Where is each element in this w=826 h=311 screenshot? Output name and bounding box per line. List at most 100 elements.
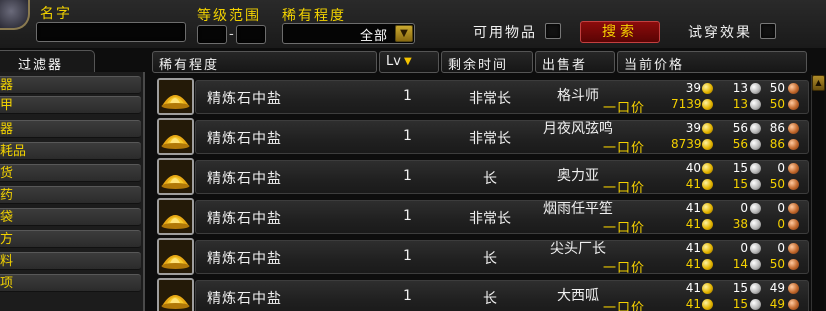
refined-salt-icon[interactable]: [157, 78, 194, 115]
seller-name: 烟雨任平笙: [543, 201, 613, 217]
filter-item-weapon[interactable]: 器: [0, 76, 141, 94]
filter-item-trade-goods[interactable]: 货: [0, 164, 141, 182]
silver-coin-icon: [750, 243, 761, 254]
gold-coin-icon: [702, 123, 713, 134]
buyout-label: 一口价: [602, 261, 645, 276]
bid-copper: 86: [769, 121, 785, 135]
level-range-dash: -: [229, 26, 234, 42]
bid-silver: 56: [732, 121, 748, 135]
auction-row[interactable]: 精炼石中盐 1 长大西呱 41 15 49 一口价 41 15 49: [155, 278, 809, 311]
item-level: 1: [403, 128, 412, 144]
column-header-rarity[interactable]: 稀有程度: [152, 51, 377, 73]
bid-silver: 15: [732, 281, 748, 295]
refined-salt-icon[interactable]: [157, 238, 194, 275]
auction-row[interactable]: 精炼石中盐 1 非常长 烟雨任平笙 41 0 0 一口价 41 38 0: [155, 198, 809, 236]
column-header-time-left[interactable]: 剩余时间: [441, 51, 533, 73]
column-header-seller[interactable]: 出售者: [535, 51, 615, 73]
buyout-copper: 50: [769, 257, 785, 271]
buyout-silver: 15: [732, 177, 748, 191]
silver-coin-icon: [750, 163, 761, 174]
chevron-down-icon[interactable]: ▼: [395, 25, 413, 42]
gold-coin-icon: [702, 243, 713, 254]
filter-header: 过滤器: [0, 50, 95, 73]
item-level: 1: [403, 88, 412, 104]
gold-coin-icon: [702, 99, 713, 110]
filter-item-label: 方: [0, 232, 14, 247]
filter-item-armor[interactable]: 甲: [0, 96, 141, 114]
filter-item-label: 器: [0, 78, 14, 93]
refined-salt-icon[interactable]: [157, 158, 194, 195]
refined-salt-icon[interactable]: [157, 278, 194, 311]
search-button[interactable]: 搜索: [580, 21, 660, 43]
results-scrollbar[interactable]: ▲: [811, 75, 825, 311]
gold-coin-icon: [702, 299, 713, 310]
item-name: 精炼石中盐: [207, 91, 282, 107]
scroll-up-arrow-icon[interactable]: ▲: [812, 75, 825, 91]
filter-item-label: 项: [0, 276, 14, 291]
level-max-input[interactable]: [236, 25, 266, 44]
silver-coin-icon: [750, 99, 761, 110]
filter-item-label: 袋: [0, 210, 14, 225]
item-name: 精炼石中盐: [207, 251, 282, 267]
buyout-silver: 13: [732, 97, 748, 111]
bid-gold: 41: [685, 201, 701, 215]
buyout-label: 一口价: [602, 301, 645, 311]
bid-silver: 0: [740, 201, 748, 215]
auction-row[interactable]: 精炼石中盐 1 非常长 月夜风弦鸣 39 56 86 一口价 8739 56 86: [155, 118, 809, 156]
gold-coin-icon: [702, 163, 713, 174]
silver-coin-icon: [750, 283, 761, 294]
bid-gold: 39: [685, 81, 701, 95]
bid-gold: 40: [685, 161, 701, 175]
item-level: 1: [403, 168, 412, 184]
copper-coin-icon: [788, 203, 799, 214]
rarity-dropdown[interactable]: 全部 ▼: [282, 23, 415, 44]
column-header-level[interactable]: Lv ▼: [379, 51, 439, 73]
gold-coin-icon: [702, 203, 713, 214]
refined-salt-icon[interactable]: [157, 198, 194, 235]
preview-checkbox[interactable]: [760, 23, 776, 39]
bid-silver: 0: [740, 241, 748, 255]
sort-arrow-icon: ▼: [404, 56, 412, 67]
filter-item-label: 耗品: [0, 144, 27, 159]
filter-item-misc[interactable]: 项: [0, 274, 141, 292]
bid-silver: 13: [732, 81, 748, 95]
refined-salt-icon[interactable]: [157, 118, 194, 155]
buyout-copper: 50: [769, 177, 785, 191]
rarity-dropdown-value: 全部: [359, 29, 388, 44]
filter-item-bag[interactable]: 袋: [0, 208, 141, 226]
name-label: 名字: [40, 6, 72, 22]
time-left: 长: [483, 251, 497, 267]
silver-coin-icon: [750, 203, 761, 214]
column-header-current-price[interactable]: 当前价格: [617, 51, 807, 73]
copper-coin-icon: [788, 163, 799, 174]
buyout-label: 一口价: [602, 221, 645, 236]
name-search-input[interactable]: [36, 22, 186, 42]
auction-row[interactable]: 精炼石中盐 1 非常长 格斗师 39 13 50 一口价 7139 13 50: [155, 78, 809, 116]
column-header-label: 稀有程度: [159, 58, 220, 73]
auction-row[interactable]: 精炼石中盐 1 长奥力亚 40 15 0 一口价 41 15 50: [155, 158, 809, 196]
filter-item-container[interactable]: 器: [0, 120, 141, 138]
filter-item-consumable[interactable]: 耗品: [0, 142, 141, 160]
level-min-input[interactable]: [197, 25, 227, 44]
buyout-gold: 41: [685, 257, 701, 271]
bid-gold: 39: [685, 121, 701, 135]
filter-item-material[interactable]: 料: [0, 252, 141, 270]
silver-coin-icon: [750, 179, 761, 190]
seller-name: 尖头厂长: [550, 241, 606, 257]
gold-coin-icon: [702, 139, 713, 150]
filter-item-recipe[interactable]: 方: [0, 230, 141, 248]
buyout-gold: 8739: [671, 137, 702, 151]
copper-coin-icon: [788, 123, 799, 134]
buyout-gold: 41: [685, 217, 701, 231]
copper-coin-icon: [788, 179, 799, 190]
time-left: 非常长: [469, 211, 511, 227]
auction-row[interactable]: 精炼石中盐 1 长 尖头厂长 41 0 0 一口价 41 14 50: [155, 238, 809, 276]
column-header-label: Lv: [386, 54, 401, 69]
filter-item-reagent[interactable]: 药: [0, 186, 141, 204]
bid-copper: 49: [769, 281, 785, 295]
rarity-label: 稀有程度: [282, 8, 346, 24]
gold-coin-icon: [702, 219, 713, 230]
copper-coin-icon: [788, 139, 799, 150]
usable-items-checkbox[interactable]: [545, 23, 561, 39]
item-level: 1: [403, 248, 412, 264]
